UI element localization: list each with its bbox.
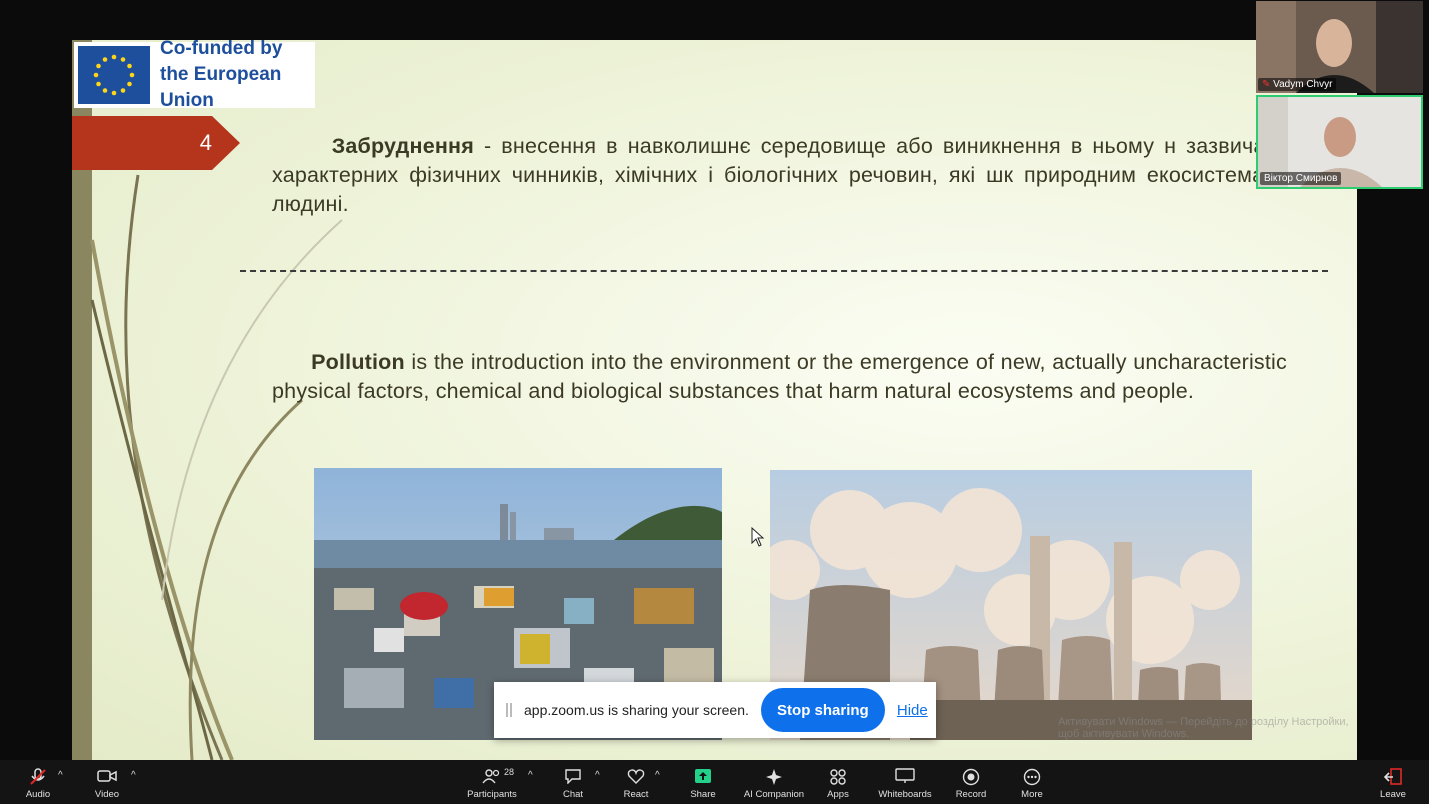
participant-name-label: ✎ Vadym Chvyr bbox=[1258, 78, 1337, 91]
participant-name-label: Віктор Смирнов bbox=[1260, 172, 1342, 185]
ai-companion-button[interactable]: AI Companion bbox=[739, 760, 809, 804]
video-tile-vadym[interactable]: ✎ Vadym Chvyr bbox=[1256, 1, 1423, 93]
eu-cofunded-logo: Co-funded by the European Union bbox=[74, 40, 315, 111]
react-button[interactable]: React bbox=[601, 760, 671, 804]
ai-companion-label: AI Companion bbox=[743, 789, 805, 800]
leave-door-icon bbox=[1383, 768, 1402, 785]
meeting-toolbar: Audio ^ Video ^ 28 Participants ^ Chat ^… bbox=[0, 760, 1429, 804]
stop-sharing-button[interactable]: Stop sharing bbox=[760, 688, 885, 732]
mouse-cursor-icon bbox=[751, 527, 765, 547]
more-button[interactable]: More bbox=[997, 760, 1067, 804]
definition-ukrainian: Забруднення - внесення в навколишнє сере… bbox=[272, 132, 1312, 219]
eu-flag-icon bbox=[78, 46, 150, 104]
record-button[interactable]: Record bbox=[936, 760, 1006, 804]
record-label: Record bbox=[955, 789, 987, 800]
video-options-caret-icon[interactable]: ^ bbox=[131, 770, 136, 781]
audio-button[interactable]: Audio bbox=[3, 760, 73, 804]
share-label: Share bbox=[690, 789, 716, 800]
slide-number: 4 bbox=[199, 130, 212, 155]
leave-button[interactable]: Leave bbox=[1358, 760, 1428, 804]
video-button[interactable]: Video bbox=[72, 760, 142, 804]
dashed-divider bbox=[240, 270, 1328, 272]
video-label: Video bbox=[94, 789, 120, 800]
definition-english: Pollution is the introduction into the e… bbox=[272, 348, 1287, 406]
apps-icon bbox=[830, 769, 846, 785]
screen-share-bar: app.zoom.us is sharing your screen. Stop… bbox=[494, 682, 936, 738]
chat-button[interactable]: Chat bbox=[538, 760, 608, 804]
term-english: Pollution bbox=[311, 350, 405, 374]
apps-button[interactable]: Apps bbox=[803, 760, 873, 804]
slide-number-tab: 4 bbox=[72, 116, 242, 170]
participants-label: Participants bbox=[467, 789, 517, 800]
participants-icon bbox=[482, 769, 500, 784]
chat-caret-icon[interactable]: ^ bbox=[595, 770, 600, 781]
participants-caret-icon[interactable]: ^ bbox=[528, 770, 533, 781]
sharing-status-text: app.zoom.us is sharing your screen. bbox=[524, 702, 749, 718]
eu-logo-line1: Co-funded by bbox=[160, 40, 283, 59]
whiteboards-button[interactable]: Whiteboards bbox=[870, 760, 940, 804]
react-label: React bbox=[623, 789, 649, 800]
share-screen-icon bbox=[695, 769, 711, 783]
muted-mic-icon bbox=[30, 768, 46, 785]
shared-slide: Co-funded by the European Union 4 Забруд… bbox=[72, 40, 1357, 760]
windows-activation-watermark: Активувати Windows — Перейдіть до розділ… bbox=[1058, 716, 1349, 740]
chat-label: Chat bbox=[562, 789, 584, 800]
eu-logo-text: Co-funded by the European Union bbox=[160, 40, 315, 114]
eu-logo-line2: the European Union bbox=[160, 64, 282, 111]
react-caret-icon[interactable]: ^ bbox=[655, 770, 660, 781]
audio-options-caret-icon[interactable]: ^ bbox=[58, 770, 63, 781]
muted-mic-icon: ✎ bbox=[1262, 79, 1274, 90]
chat-bubble-icon bbox=[565, 769, 581, 784]
audio-label: Audio bbox=[25, 789, 51, 800]
sparkle-icon bbox=[766, 769, 782, 785]
whiteboards-label: Whiteboards bbox=[878, 789, 932, 800]
whiteboard-icon bbox=[895, 768, 915, 783]
definition-english-text: is the introduction into the environment… bbox=[272, 350, 1287, 403]
record-icon bbox=[962, 768, 980, 786]
apps-label: Apps bbox=[827, 789, 849, 800]
leave-label: Leave bbox=[1380, 789, 1406, 800]
term-ukrainian: Забруднення bbox=[331, 134, 474, 158]
hide-share-bar-link[interactable]: Hide bbox=[897, 702, 928, 719]
drag-handle-icon[interactable] bbox=[506, 703, 512, 717]
more-dots-icon bbox=[1023, 768, 1041, 786]
share-button[interactable]: Share bbox=[668, 760, 738, 804]
more-label: More bbox=[1021, 789, 1043, 800]
video-camera-icon bbox=[97, 770, 117, 782]
participants-button[interactable]: 28 Participants bbox=[457, 760, 527, 804]
heart-react-icon bbox=[627, 769, 645, 784]
participants-count: 28 bbox=[504, 767, 515, 777]
video-tile-viktor[interactable]: Віктор Смирнов bbox=[1256, 95, 1423, 189]
